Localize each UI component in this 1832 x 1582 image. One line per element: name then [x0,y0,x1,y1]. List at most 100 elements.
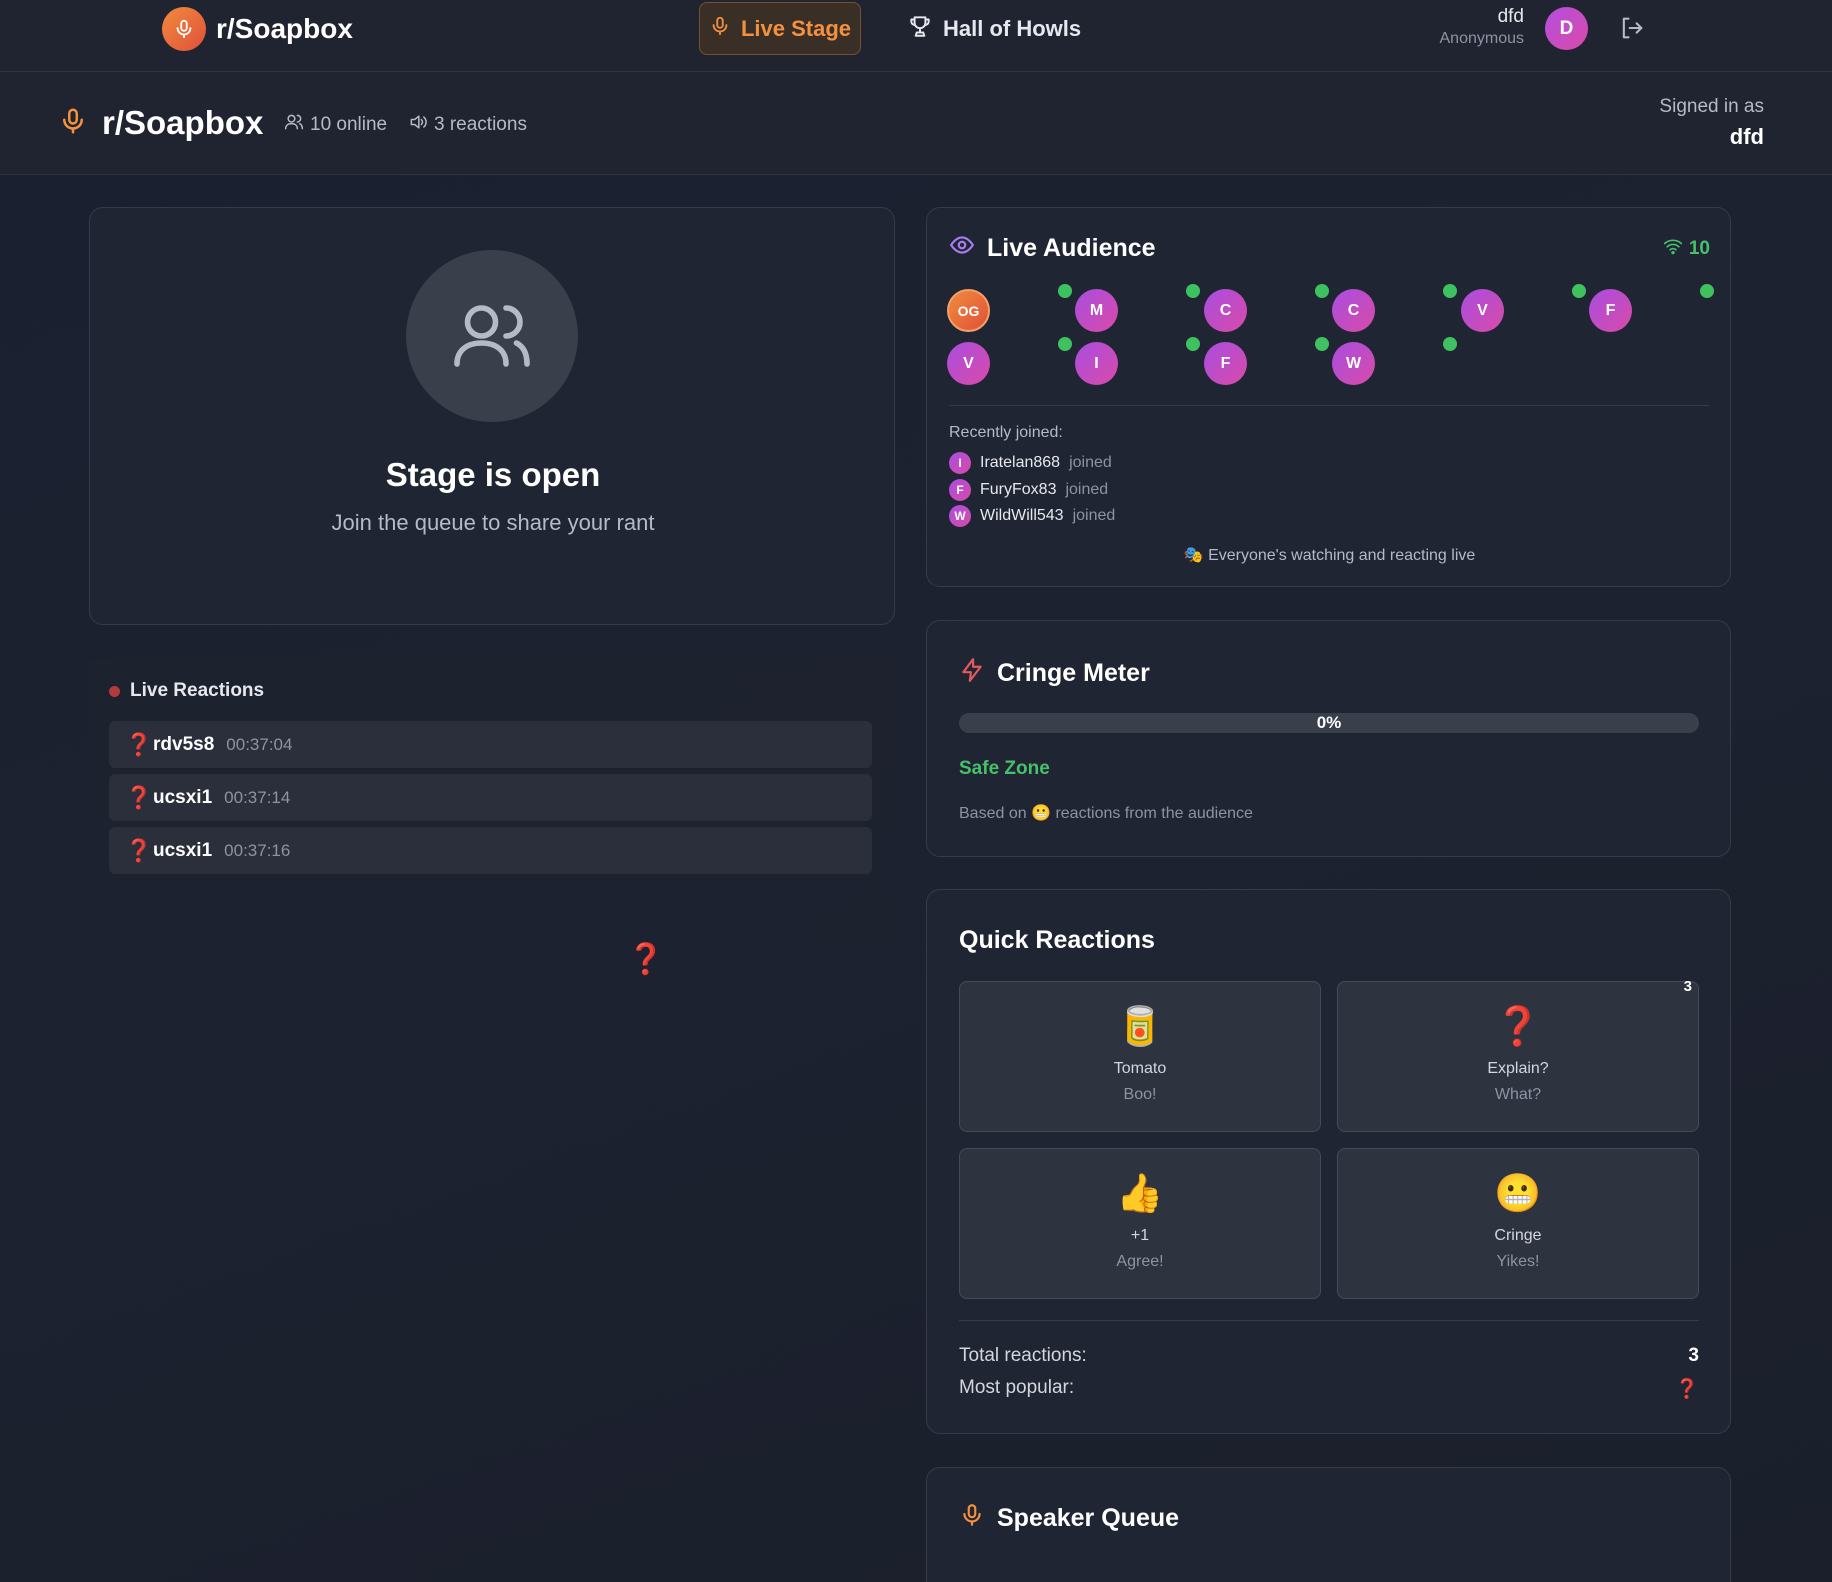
stage-subtitle: Join the queue to share your rant [331,510,655,535]
recent-join-status: joined [1065,481,1109,498]
reaction-label: Cringe [1494,1227,1542,1244]
question-icon: ❓ [1494,1004,1542,1048]
cringe-meter-bar: 0% [959,713,1699,733]
cringe-meter-card: Cringe Meter 0% Safe Zone Based on 😬 rea… [926,620,1731,857]
microphone-icon [162,7,206,51]
speaker-queue-card: Speaker Queue [926,1467,1731,1582]
recent-join-name: WildWill543 [980,507,1064,524]
nav-hall-label: Hall of Howls [943,16,1082,41]
audience-avatar[interactable]: I [1075,342,1118,385]
reaction-time: 00:37:14 [224,787,291,807]
thumbs-up-icon: 👍 [1116,1171,1164,1215]
audience-avatar[interactable]: W [1332,342,1375,385]
recent-join-item: W WildWill543 joined [949,505,1115,527]
most-popular-label: Most popular: [959,1377,1075,1398]
question-icon: ❓ [125,837,153,863]
reaction-button-cringe[interactable]: 😬 Cringe Yikes! [1337,1148,1699,1299]
live-audience-card: Live Audience 10 OG M C C V F V I F W Re… [926,207,1731,587]
live-audience-header: Live Audience [949,232,1156,265]
room-name: r/Soapbox [102,104,264,141]
audience-count: 10 [1663,236,1710,262]
audience-avatar[interactable]: M [1075,289,1118,332]
signed-in-info: Signed in as dfd [1659,96,1764,150]
users-icon [284,112,304,138]
reaction-count: 3 reactions [408,112,527,138]
reaction-button-tomato[interactable]: 🥫 Tomato Boo! [959,981,1321,1132]
cringe-meter-title: Cringe Meter [997,659,1150,687]
live-reactions-title: Live Reactions [130,680,265,701]
total-reactions-row: Total reactions: 3 [959,1345,1699,1367]
reaction-sublabel: What? [1494,1086,1542,1103]
recent-join-name: Iratelan868 [980,454,1061,471]
divider [949,405,1709,406]
audience-footer: 🎭 Everyone's watching and reacting live [1183,547,1476,564]
brand-name: r/Soapbox [216,13,353,44]
online-dot [1315,284,1329,298]
floating-question-icon: ❓ [627,943,665,976]
grimace-icon: 😬 [1494,1171,1542,1215]
recent-join-name: FuryFox83 [980,481,1057,498]
speaker-icon [408,112,428,138]
mini-avatar: I [949,452,971,474]
reaction-row: ❓ rdv5s8 00:37:04 [109,721,872,768]
user-name: dfd [1497,6,1524,27]
total-reactions-label: Total reactions: [959,1345,1087,1366]
wifi-icon [1663,236,1683,262]
audience-avatar[interactable]: F [1204,342,1247,385]
nav-live-label: Live Stage [740,15,852,41]
room-title: r/Soapbox [58,104,263,142]
quick-reactions-card: Quick Reactions 🥫 Tomato Boo! 3 ❓ Explai… [926,889,1731,1434]
audience-avatar[interactable]: F [1589,289,1632,332]
reaction-sublabel: Boo! [1123,1086,1157,1103]
online-dot [1315,337,1329,351]
online-dot [1058,337,1072,351]
signed-in-name: dfd [1729,124,1764,149]
users-icon [406,250,578,422]
online-dot [1700,284,1714,298]
online-dot [1572,284,1586,298]
logout-icon[interactable] [1618,14,1646,47]
reaction-row: ❓ ucsxi1 00:37:16 [109,827,872,874]
based-prefix: Based on [959,805,1027,822]
audience-avatar[interactable]: C [1332,289,1375,332]
online-dot [1443,337,1457,351]
cringe-based-on: Based on 😬 reactions from the audience [959,803,1253,823]
recent-join-status: joined [1069,454,1112,471]
nav-hall-of-howls[interactable]: Hall of Howls [907,8,1081,50]
live-dot-icon [109,685,120,697]
reaction-user: rdv5s8 [153,733,215,755]
audience-avatar[interactable]: C [1204,289,1247,332]
cringe-zone-label: Safe Zone [959,758,1050,779]
grimace-icon: 😬 [1031,805,1051,822]
online-dot [1186,284,1200,298]
reaction-user: ucsxi1 [153,839,213,861]
cringe-meter-percent: 0% [1316,713,1342,732]
online-dot [1186,337,1200,351]
brand-link[interactable]: r/Soapbox [162,7,353,51]
divider [959,1320,1699,1321]
speaker-queue-title: Speaker Queue [997,1504,1180,1532]
reaction-button-explain[interactable]: 3 ❓ Explain? What? [1337,978,1699,1132]
cringe-meter-header: Cringe Meter [959,657,1150,690]
microphone-icon [58,106,88,141]
based-suffix: reactions from the audience [1055,805,1253,822]
reaction-sublabel: Agree! [1116,1253,1164,1270]
audience-count-value: 10 [1688,238,1710,259]
reaction-time: 00:37:16 [224,840,291,860]
most-popular-value: ❓ [1675,1379,1699,1400]
audience-avatar[interactable]: OG [947,289,990,332]
recently-joined-label: Recently joined: [949,424,1063,441]
eye-icon [949,232,975,265]
audience-avatar[interactable]: V [947,342,990,385]
avatar[interactable]: D [1545,7,1588,50]
reaction-button-plus-one[interactable]: 👍 +1 Agree! [959,1148,1321,1299]
speaker-queue-header: Speaker Queue [959,1502,1179,1535]
audience-avatar[interactable]: V [1461,289,1504,332]
nav-live-stage[interactable]: Live Stage [699,2,861,55]
reaction-user: ucsxi1 [153,786,213,808]
total-reactions-value: 3 [1688,1345,1699,1366]
microphone-icon [959,1502,985,1535]
most-popular-row: Most popular: ❓ [959,1377,1699,1401]
room-header: r/Soapbox 10 online 3 reactions Signed i… [0,72,1832,175]
recent-join-status: joined [1072,507,1116,524]
